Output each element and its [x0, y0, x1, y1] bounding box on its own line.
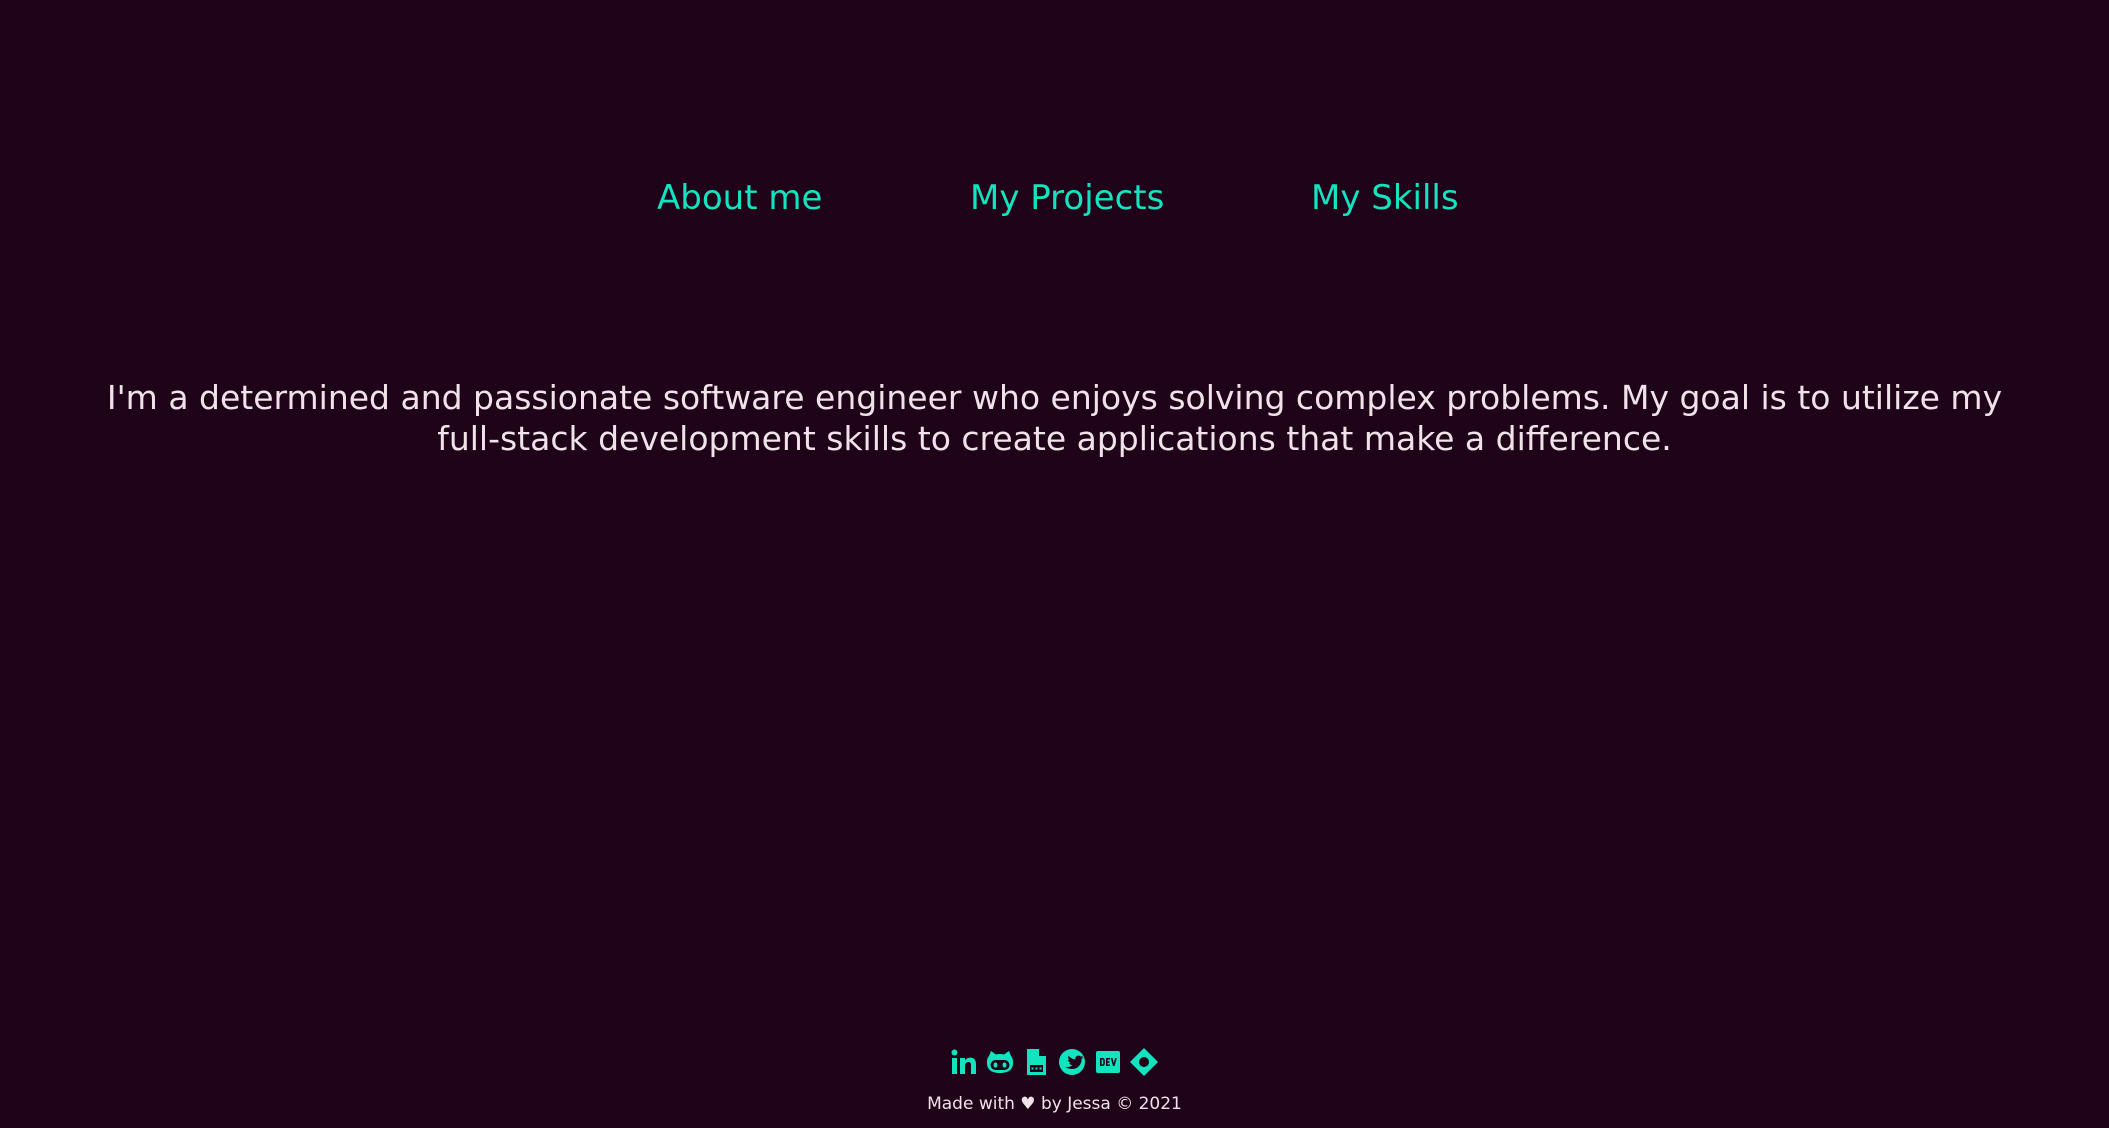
intro-text: I'm a determined and passionate software…: [100, 377, 2009, 459]
intro-line-2: full-stack development skills to create …: [437, 419, 1672, 458]
nav-link-my-projects[interactable]: My Projects: [970, 174, 1164, 222]
linkedin-link[interactable]: [950, 1046, 978, 1078]
resume-pdf-icon: [1027, 1049, 1046, 1075]
codesignal-link[interactable]: [1130, 1046, 1158, 1078]
dev-link[interactable]: [1094, 1046, 1122, 1078]
social-links: [0, 1046, 2109, 1078]
resume-pdf-link[interactable]: [1022, 1046, 1050, 1078]
footer-credit: Made with ♥ by Jessa © 2021: [927, 1094, 1182, 1114]
twitter-link[interactable]: [1058, 1046, 1086, 1078]
twitter-icon: [1059, 1049, 1085, 1075]
nav-link-my-skills[interactable]: My Skills: [1311, 174, 1459, 222]
linkedin-icon: [951, 1049, 976, 1074]
github-link[interactable]: [986, 1046, 1014, 1078]
github-icon: [987, 1051, 1013, 1073]
main-nav: About me My Projects My Skills: [0, 174, 2109, 224]
dev-icon: [1096, 1051, 1120, 1073]
codesignal-icon: [1130, 1048, 1158, 1076]
nav-link-about-me[interactable]: About me: [657, 174, 822, 222]
intro-line-1: I'm a determined and passionate software…: [106, 378, 2003, 417]
